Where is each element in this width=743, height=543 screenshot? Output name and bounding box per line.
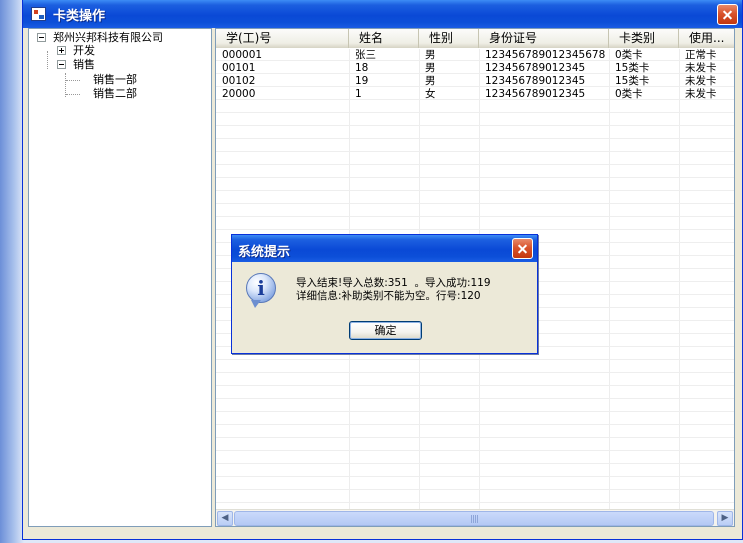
cell-name: 张三 — [355, 49, 376, 61]
cell-id-number: 123456789012345678 — [485, 49, 606, 61]
tree-connector — [66, 80, 80, 81]
cell-card-type: 0类卡 — [615, 88, 643, 100]
scroll-right-button[interactable]: ▶ — [717, 511, 733, 526]
empty-grid-row — [216, 491, 734, 503]
empty-grid-row — [216, 205, 734, 217]
column-header-name[interactable]: 姓名 — [349, 29, 419, 48]
cell-name: 18 — [355, 62, 369, 74]
system-message-dialog: 系统提示 i 导入结束!导入总数:351 。导入成功:119 详细信息:补助类别… — [231, 234, 538, 354]
cell-student-id: 20000 — [222, 88, 256, 100]
empty-grid-row — [216, 439, 734, 451]
cell-name: 1 — [355, 88, 362, 100]
tree-node-label: 销售一部 — [93, 73, 137, 86]
column-header-gender[interactable]: 性别 — [419, 29, 479, 48]
column-header-id-number[interactable]: 身份证号 — [479, 29, 609, 48]
dialog-titlebar[interactable]: 系统提示 — [232, 235, 537, 262]
table-row[interactable]: 00101 18 男 123456789012345 15类卡 未发卡 — [216, 62, 734, 74]
collapse-icon[interactable] — [57, 60, 66, 69]
table-row[interactable]: 00102 19 男 123456789012345 15类卡 未发卡 — [216, 75, 734, 87]
collapse-icon[interactable] — [37, 33, 46, 42]
dialog-message-line-2: 详细信息:补助类别不能为空。行号:120 — [296, 290, 481, 302]
empty-grid-row — [216, 400, 734, 412]
empty-grid-row — [216, 218, 734, 230]
empty-grid-row — [216, 179, 734, 191]
empty-grid-row — [216, 387, 734, 399]
dialog-close-button[interactable] — [512, 238, 533, 259]
tree-connector — [47, 51, 48, 69]
dialog-title: 系统提示 — [238, 245, 291, 260]
scroll-grip-icon — [471, 515, 479, 523]
empty-grid-row — [216, 413, 734, 425]
dialog-message-line-1: 导入结束!导入总数:351 。导入成功:119 — [296, 277, 491, 289]
cell-card-type: 0类卡 — [615, 49, 643, 61]
tree-node-label: 开发 — [73, 44, 95, 57]
scroll-left-button[interactable]: ◀ — [217, 511, 233, 526]
org-tree[interactable]: 郑州兴邦科技有限公司 开发 销售 销售一部 销售二部 — [28, 28, 212, 527]
empty-grid-row — [216, 361, 734, 373]
cell-id-number: 123456789012345 — [485, 88, 586, 100]
cell-gender: 男 — [425, 49, 436, 61]
empty-grid-row — [216, 426, 734, 438]
cell-card-type: 15类卡 — [615, 75, 650, 87]
empty-grid-row — [216, 127, 734, 139]
cell-card-type: 15类卡 — [615, 62, 650, 74]
cell-usage: 正常卡 — [685, 49, 717, 61]
info-icon: i — [246, 273, 276, 308]
column-header-usage[interactable]: 使用... — [679, 29, 734, 48]
cell-usage: 未发卡 — [685, 88, 717, 100]
cell-gender: 男 — [425, 62, 436, 74]
ok-button[interactable]: 确定 — [349, 321, 422, 340]
cell-gender: 女 — [425, 88, 436, 100]
window-title: 卡类操作 — [53, 9, 106, 24]
empty-grid-row — [216, 478, 734, 490]
column-header-card-type[interactable]: 卡类别 — [609, 29, 679, 48]
cell-usage: 未发卡 — [685, 75, 717, 87]
empty-grid-row — [216, 465, 734, 477]
empty-grid-row — [216, 374, 734, 386]
empty-grid-row — [216, 140, 734, 152]
tree-node-sales-dept-1[interactable]: 销售一部 — [93, 73, 137, 87]
scroll-thumb[interactable] — [234, 511, 714, 526]
expand-icon[interactable] — [57, 46, 66, 55]
grid-header: 学(工)号 姓名 性别 身份证号 卡类别 使用... — [216, 29, 734, 48]
cell-id-number: 123456789012345 — [485, 62, 586, 74]
empty-grid-row — [216, 153, 734, 165]
cell-student-id: 00101 — [222, 62, 256, 74]
tree-node-label: 销售二部 — [93, 87, 137, 100]
empty-grid-row — [216, 166, 734, 178]
table-row[interactable]: 20000 1 女 123456789012345 0类卡 未发卡 — [216, 88, 734, 100]
empty-grid-row — [216, 452, 734, 464]
cell-name: 19 — [355, 75, 369, 87]
window-close-button[interactable] — [717, 4, 738, 25]
cell-gender: 男 — [425, 75, 436, 87]
tree-connector — [66, 94, 80, 95]
cell-student-id: 000001 — [222, 49, 263, 61]
column-header-student-id[interactable]: 学(工)号 — [216, 29, 349, 48]
tree-node-sales-dept-2[interactable]: 销售二部 — [93, 87, 137, 101]
cell-usage: 未发卡 — [685, 62, 717, 74]
empty-grid-row — [216, 192, 734, 204]
cell-student-id: 00102 — [222, 75, 256, 87]
app-icon — [31, 7, 46, 21]
window-titlebar[interactable]: 卡类操作 — [23, 0, 742, 28]
cell-id-number: 123456789012345 — [485, 75, 586, 87]
horizontal-scrollbar[interactable]: ◀ ▶ — [216, 509, 734, 526]
empty-grid-row — [216, 101, 734, 113]
tree-node-label: 郑州兴邦科技有限公司 — [53, 31, 163, 44]
table-row[interactable]: 000001 张三 男 123456789012345678 0类卡 正常卡 — [216, 49, 734, 61]
empty-grid-row — [216, 114, 734, 126]
tree-node-label: 销售 — [73, 58, 95, 71]
